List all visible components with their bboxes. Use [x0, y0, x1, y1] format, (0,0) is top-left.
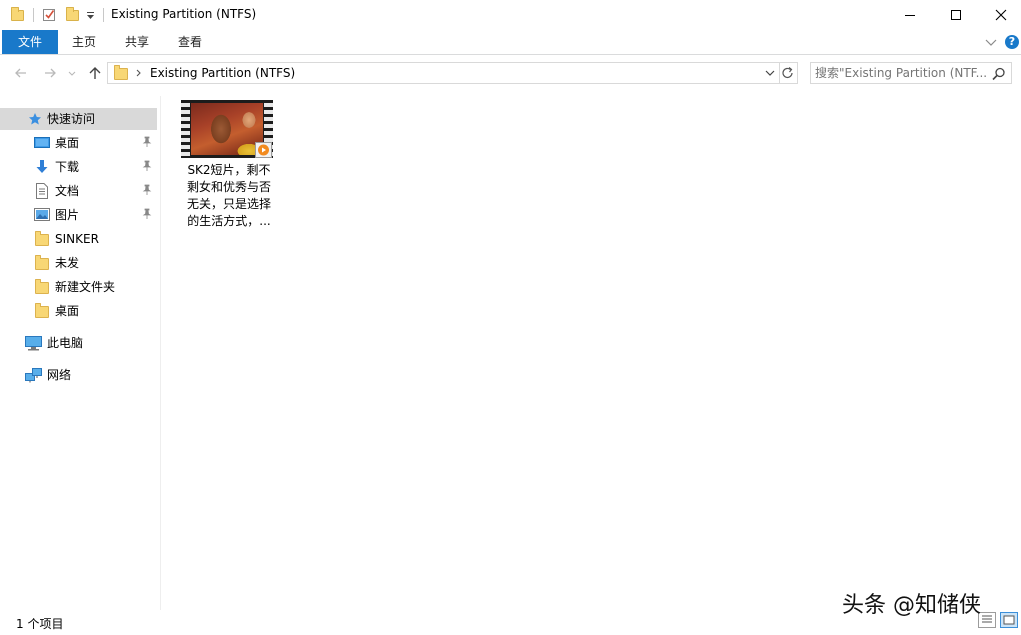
close-icon	[995, 9, 1007, 21]
folder-icon	[35, 279, 49, 294]
address-history-button[interactable]	[764, 66, 776, 80]
computer-icon	[25, 336, 42, 351]
star-icon	[29, 113, 41, 125]
breadcrumb-chevron-icon[interactable]	[134, 65, 144, 81]
pin-icon[interactable]	[142, 136, 152, 148]
folder-icon	[35, 303, 49, 318]
file-name-label[interactable]: SK2短片，剩不 剩女和优秀与否 无关，只是选择 的生活方式，...	[179, 162, 279, 230]
close-button[interactable]	[978, 0, 1021, 30]
large-icons-view-icon	[1003, 615, 1015, 625]
sidebar-item-label: 桌面	[55, 304, 80, 318]
folder-icon	[35, 231, 49, 246]
filmstrip-edge	[181, 100, 190, 158]
maximize-button[interactable]	[933, 0, 979, 30]
picture-icon	[34, 208, 50, 221]
sidebar-item-sinker[interactable]: SINKER	[0, 228, 157, 250]
network-icon	[25, 368, 42, 383]
pin-icon[interactable]	[142, 160, 152, 172]
sidebar-item-this-pc[interactable]: 此电脑	[0, 332, 157, 354]
item-count: 1 个项目	[16, 617, 64, 631]
new-folder-icon[interactable]	[66, 7, 79, 21]
search-input[interactable]	[815, 65, 987, 81]
pin-icon[interactable]	[142, 208, 152, 220]
tab-home[interactable]: 主页	[62, 30, 106, 54]
expand-ribbon-icon[interactable]	[984, 36, 998, 48]
sidebar-item-new-folder[interactable]: 新建文件夹	[0, 276, 157, 298]
customize-quick-access-icon[interactable]	[86, 9, 96, 21]
recent-locations-button[interactable]	[65, 63, 79, 83]
pin-icon[interactable]	[142, 184, 152, 196]
sidebar-item-documents[interactable]: 文档	[0, 180, 157, 202]
sidebar-item-label: 快速访问	[47, 112, 96, 126]
title-bar: Existing Partition (NTFS)	[0, 0, 1021, 30]
sidebar-item-label: 图片	[55, 208, 80, 222]
sidebar-item-label: 文档	[55, 184, 80, 198]
sidebar-item-pictures[interactable]: 图片	[0, 204, 157, 226]
sidebar-item-quick-access[interactable]: 快速访问	[0, 108, 157, 130]
video-thumbnail	[181, 100, 273, 158]
window-title: Existing Partition (NTFS)	[111, 7, 257, 21]
video-preview-image	[191, 103, 263, 155]
navigation-pane: 快速访问 桌面 下载 文档 图片 SINKER 未发 新建文件夹 桌面 此电脑 …	[0, 96, 161, 610]
sidebar-item-label: 新建文件夹	[55, 280, 116, 294]
tab-file[interactable]: 文件	[2, 30, 58, 54]
document-icon	[36, 183, 48, 199]
sidebar-item-network[interactable]: 网络	[0, 364, 157, 386]
sidebar-item-label: 桌面	[55, 136, 80, 150]
forward-button[interactable]	[40, 63, 60, 83]
details-view-icon	[982, 615, 992, 623]
sidebar-item-label: 网络	[47, 368, 72, 382]
separator	[103, 8, 104, 22]
address-bar[interactable]: Existing Partition (NTFS)	[107, 62, 780, 84]
sidebar-item-downloads[interactable]: 下载	[0, 156, 157, 178]
file-list-pane[interactable]	[161, 96, 1021, 610]
chevron-down-icon	[68, 71, 76, 76]
search-icon[interactable]	[991, 66, 1007, 82]
file-name-line: 的生活方式，...	[187, 214, 271, 228]
up-arrow-icon	[89, 67, 101, 79]
tab-share[interactable]: 共享	[115, 30, 159, 54]
back-button[interactable]	[11, 63, 31, 83]
tab-view[interactable]: 查看	[168, 30, 212, 54]
sidebar-item-label: 未发	[55, 256, 80, 270]
large-icons-view-button[interactable]	[1000, 612, 1018, 628]
breadcrumb-current[interactable]: Existing Partition (NTFS)	[150, 66, 295, 80]
sidebar-item-desktop[interactable]: 桌面	[0, 132, 157, 154]
sidebar-item-label: SINKER	[55, 232, 99, 246]
sidebar-item-unsent[interactable]: 未发	[0, 252, 157, 274]
file-name-line: SK2短片，剩不	[187, 163, 271, 177]
video-play-icon	[255, 142, 272, 158]
download-arrow-icon	[36, 160, 48, 173]
search-field[interactable]	[810, 62, 1012, 84]
minimize-button[interactable]	[887, 0, 933, 30]
back-arrow-icon	[15, 68, 26, 78]
watermark: 头条 @知储侠	[842, 593, 981, 618]
maximize-icon	[951, 10, 961, 20]
folder-icon	[114, 65, 128, 80]
separator	[33, 8, 34, 22]
sidebar-item-desktop-folder[interactable]: 桌面	[0, 300, 157, 322]
refresh-icon	[782, 67, 793, 79]
refresh-button[interactable]	[780, 62, 798, 84]
sidebar-item-label: 此电脑	[47, 336, 84, 350]
properties-checkmark-icon[interactable]	[42, 7, 57, 22]
ribbon-tabs: 文件 主页 共享 查看 ?	[0, 30, 1021, 55]
file-name-line: 剩女和优秀与否	[186, 180, 271, 194]
minimize-icon	[905, 15, 915, 16]
file-name-line: 无关，只是选择	[186, 197, 271, 211]
folder-icon	[11, 7, 24, 21]
chevron-down-icon	[765, 70, 775, 76]
folder-icon	[35, 255, 49, 270]
desktop-icon	[34, 137, 50, 148]
up-button[interactable]	[85, 63, 105, 83]
sidebar-item-label: 下载	[55, 160, 80, 174]
help-icon[interactable]: ?	[1005, 35, 1019, 49]
forward-arrow-icon	[45, 68, 56, 78]
